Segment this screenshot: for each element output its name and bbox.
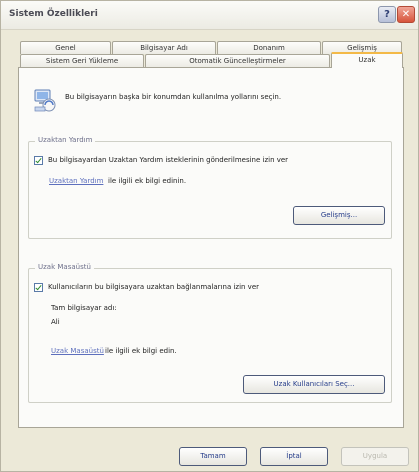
remote-assistance-group-title: Uzaktan Yardım: [35, 136, 96, 144]
remote-desktop-link-suffix: ile ilgili ek bilgi edin.: [105, 347, 177, 355]
tab-hardware[interactable]: Donanım: [217, 41, 321, 54]
remote-assistance-link-suffix: ile ilgili ek bilgi edinin.: [108, 177, 187, 185]
tab-computer-name[interactable]: Bilgisayar Adı: [112, 41, 216, 54]
title-bar[interactable]: Sistem Özellikleri ? ✕: [1, 1, 418, 30]
help-button[interactable]: ?: [378, 6, 396, 23]
remote-desktop-link[interactable]: Uzak Masaüstü: [51, 347, 104, 355]
computer-name-label: Tam bilgisayar adı:: [51, 304, 117, 312]
tab-general[interactable]: Genel: [20, 41, 111, 54]
remote-computer-icon: [34, 89, 56, 112]
remote-assistance-checkbox-label[interactable]: Bu bilgisayardan Uzaktan Yardım istekler…: [48, 156, 288, 164]
close-icon: ✕: [401, 9, 411, 20]
remote-desktop-checkbox-label[interactable]: Kullanıcıların bu bilgisayara uzaktan ba…: [48, 283, 259, 291]
intro-text: Bu bilgisayarın başka bir konumdan kulla…: [65, 93, 282, 101]
remote-desktop-checkbox[interactable]: [34, 283, 43, 292]
apply-button: Uygula: [341, 447, 409, 466]
ok-button[interactable]: Tamam: [179, 447, 247, 466]
tab-system-restore[interactable]: Sistem Geri Yükleme: [20, 54, 144, 67]
computer-name-value: Ali: [51, 318, 60, 326]
cancel-button[interactable]: İptal: [260, 447, 328, 466]
remote-desktop-group-title: Uzak Masaüstü: [35, 263, 94, 271]
window-title: Sistem Özellikleri: [9, 9, 98, 19]
select-remote-users-button[interactable]: Uzak Kullanıcıları Seç...: [243, 375, 385, 394]
remote-assistance-link[interactable]: Uzaktan Yardım: [49, 177, 103, 185]
tab-remote[interactable]: Uzak: [331, 52, 403, 68]
close-button[interactable]: ✕: [397, 6, 415, 23]
tab-automatic-updates[interactable]: Otomatik Güncelleştirmeler: [145, 54, 330, 67]
system-properties-dialog: Sistem Özellikleri ? ✕ Genel Bilgisayar …: [0, 0, 419, 472]
help-icon: ?: [384, 9, 390, 20]
remote-assistance-checkbox[interactable]: [34, 156, 43, 165]
advanced-button[interactable]: Gelişmiş...: [293, 206, 385, 225]
